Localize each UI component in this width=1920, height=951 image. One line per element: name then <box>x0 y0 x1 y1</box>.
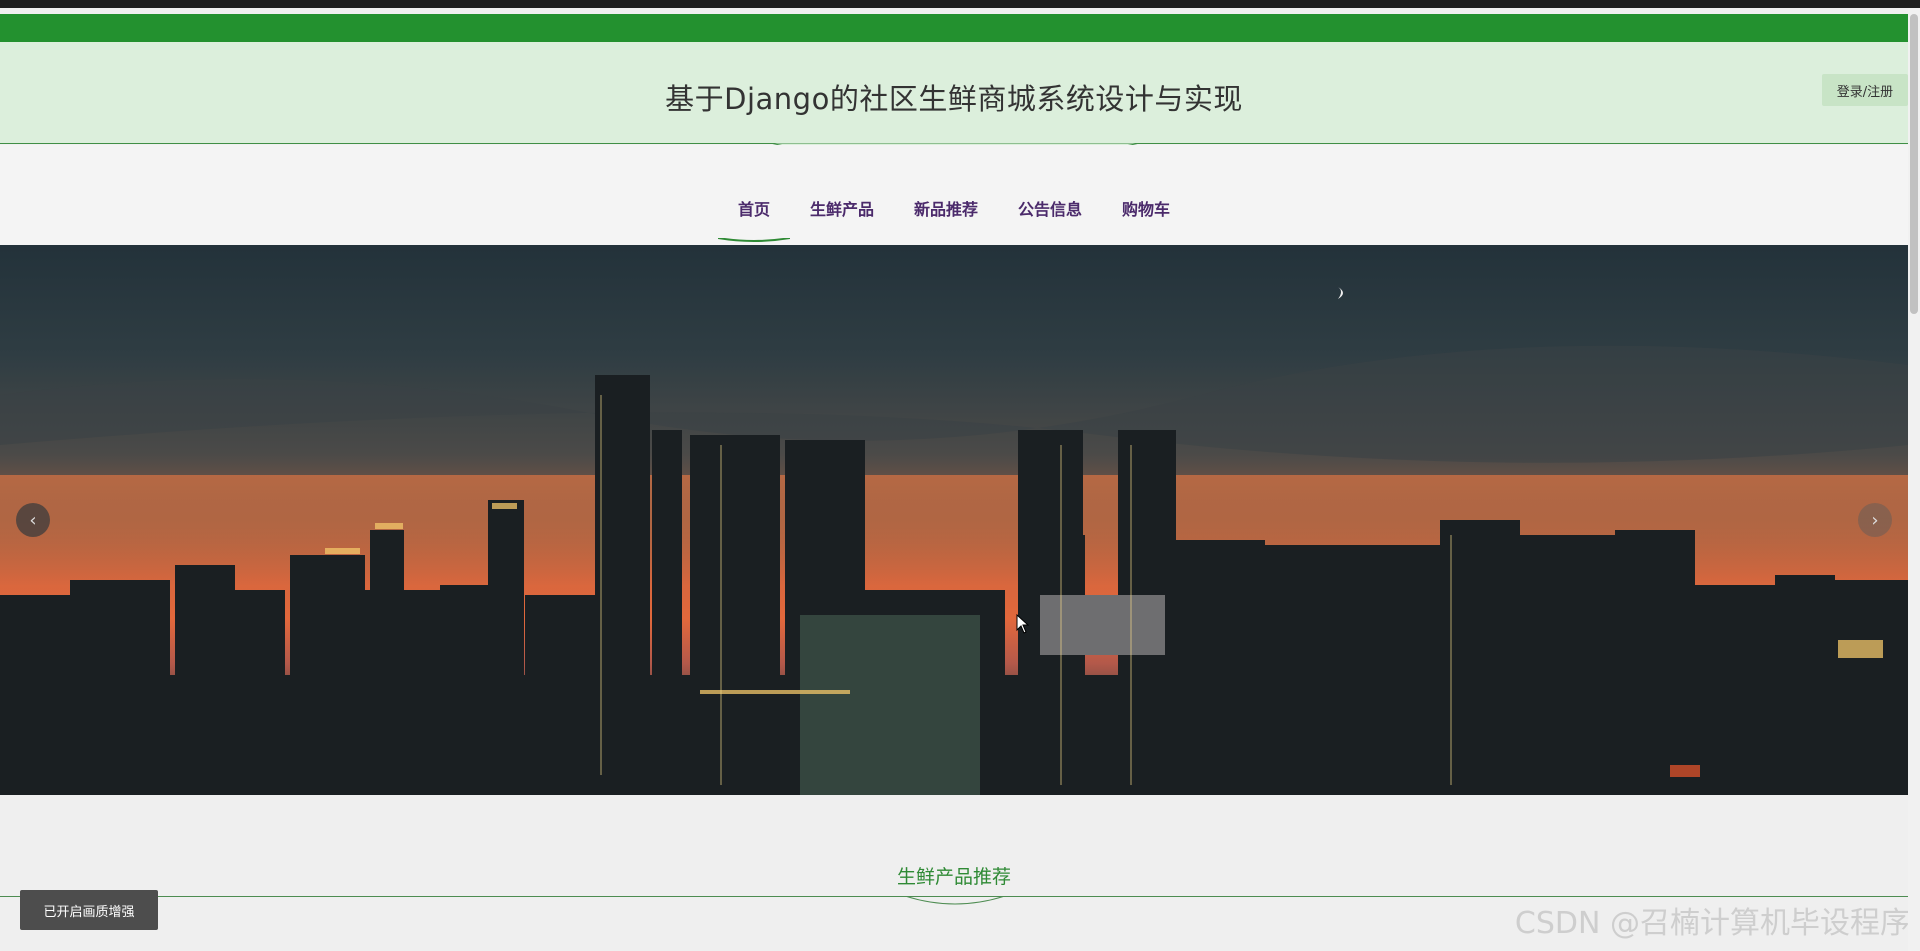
carousel-prev-button[interactable]: ‹ <box>16 503 50 537</box>
page-scrollbar-thumb[interactable] <box>1910 14 1918 314</box>
section-title-fresh-recommend: 生鲜产品推荐 <box>896 866 1011 888</box>
nav-active-indicator <box>718 238 790 242</box>
nav-item-fresh-products[interactable]: 生鲜产品 <box>790 198 894 222</box>
nav-item-cart[interactable]: 购物车 <box>1102 198 1190 222</box>
carousel-next-button[interactable]: › <box>1858 503 1892 537</box>
nav-area <box>0 145 1908 245</box>
login-register-button[interactable]: 登录/注册 <box>1822 74 1908 106</box>
mouse-cursor-icon <box>1016 614 1030 634</box>
section-curve-decoration <box>905 896 1005 905</box>
nav-item-new-recommend[interactable]: 新品推荐 <box>894 198 998 222</box>
main-nav: 首页 生鲜产品 新品推荐 公告信息 购物车 <box>0 198 1908 222</box>
site-title: 基于Django的社区生鲜商城系统设计与实现 <box>665 82 1243 116</box>
quality-enhance-toast: 已开启画质增强 <box>20 890 158 930</box>
city-skyline-image <box>0 287 1908 795</box>
brand-bar <box>0 14 1908 42</box>
browser-top-edge <box>0 0 1920 8</box>
nav-item-home[interactable]: 首页 <box>718 198 790 222</box>
nav-item-announcements[interactable]: 公告信息 <box>998 198 1102 222</box>
csdn-watermark: CSDN @召楠计算机毕设程序 <box>1514 906 1910 941</box>
hero-banner-carousel[interactable]: ‹ › <box>0 245 1908 795</box>
